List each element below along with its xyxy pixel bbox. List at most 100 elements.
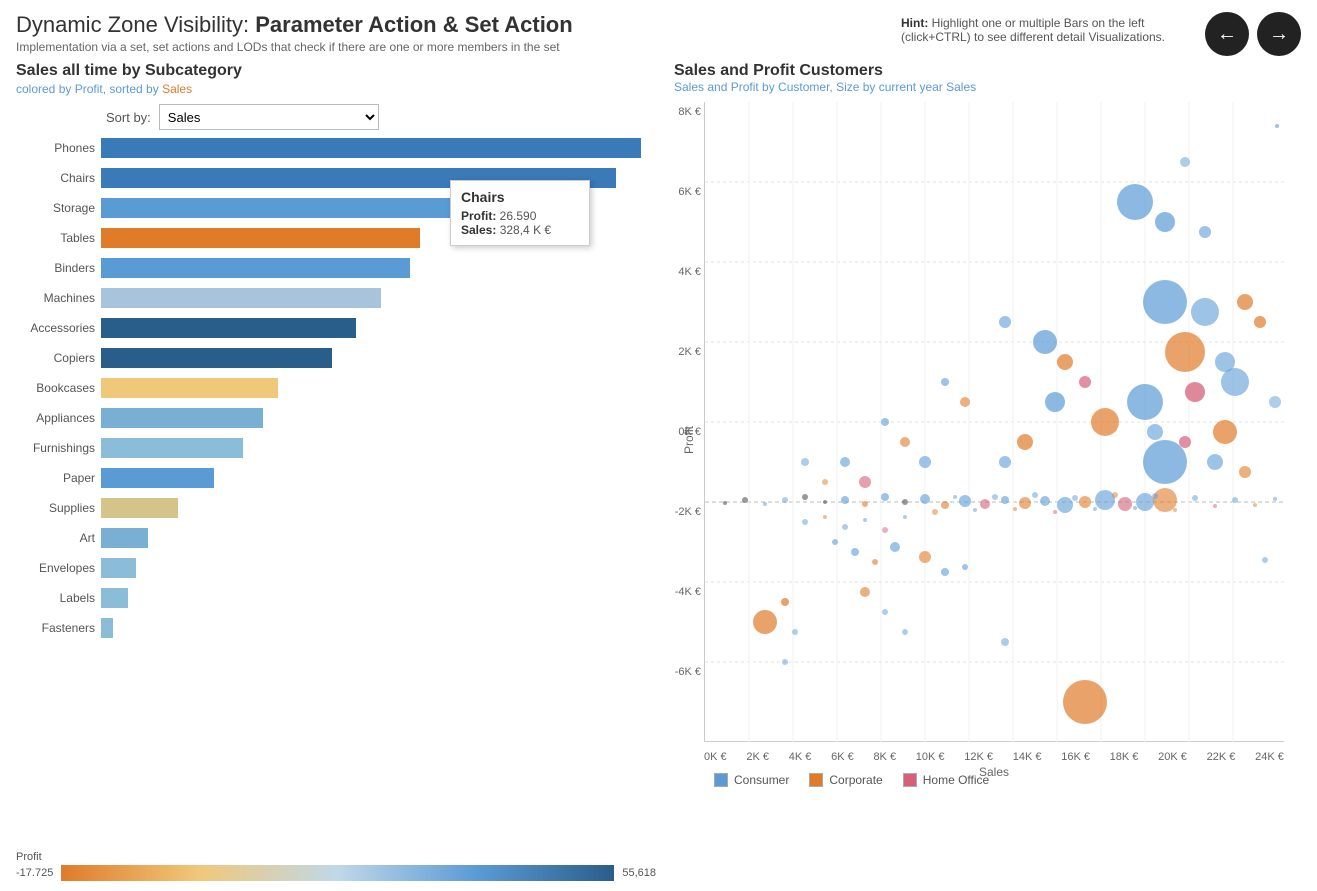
bar-fill [101, 228, 420, 248]
bar-fill [101, 288, 381, 308]
sort-bar: Sort by: Sales Profit Subcategory [106, 104, 666, 130]
bar-container [101, 438, 656, 458]
tooltip-sales: Sales: 328,4 K € [461, 223, 579, 237]
y-axis-label: -6K € [675, 666, 701, 678]
x-axis-label: 12K € [964, 751, 993, 763]
bar-label: Supplies [16, 501, 101, 515]
bar-row[interactable]: Appliances [16, 404, 656, 432]
bar-container [101, 528, 656, 548]
bar-chart-subtitle: colored by Profit, sorted by Sales [16, 82, 666, 96]
nav-back-button[interactable]: ← [1205, 12, 1249, 56]
x-axis-label: 16K € [1061, 751, 1090, 763]
bar-container [101, 408, 656, 428]
bar-fill [101, 258, 410, 278]
left-panel: Sales all time by Subcategory colored by… [16, 62, 666, 873]
bar-label: Art [16, 531, 101, 545]
bar-chart-title: Sales all time by Subcategory [16, 62, 666, 80]
bar-label: Bookcases [16, 381, 101, 395]
y-axis-label: 0K € [678, 426, 701, 438]
y-axis-label: 4K € [678, 266, 701, 278]
legend-item-homeoffice: Home Office [903, 773, 989, 787]
bar-container [101, 498, 656, 518]
bar-label: Fasteners [16, 621, 101, 635]
bar-label: Machines [16, 291, 101, 305]
scatter-plot [704, 102, 1284, 742]
x-axis-label: 8K € [873, 751, 896, 763]
tooltip: Chairs Profit: 26.590 Sales: 328,4 K € [450, 180, 590, 246]
x-axis-label: 10K € [916, 751, 945, 763]
bar-row[interactable]: Envelopes [16, 554, 656, 582]
nav-forward-button[interactable]: → [1257, 12, 1301, 56]
bar-label: Copiers [16, 351, 101, 365]
corporate-label: Corporate [829, 773, 882, 787]
bar-fill [101, 198, 452, 218]
bar-fill [101, 558, 136, 578]
bar-row[interactable]: Fasteners [16, 614, 656, 642]
bar-fill [101, 378, 278, 398]
page-title: Dynamic Zone Visibility: Parameter Actio… [16, 12, 885, 38]
bar-row[interactable]: Art [16, 524, 656, 552]
header-title: Dynamic Zone Visibility: Parameter Actio… [16, 12, 885, 54]
consumer-label: Consumer [734, 773, 789, 787]
bar-row[interactable]: Phones [16, 134, 656, 162]
x-axis-label: 0K € [704, 751, 727, 763]
bar-label: Paper [16, 471, 101, 485]
bar-label: Labels [16, 591, 101, 605]
x-axis-label: 2K € [746, 751, 769, 763]
scatter-subtitle: Sales and Profit by Customer, Size by cu… [674, 80, 1301, 94]
bar-container [101, 468, 656, 488]
bar-fill [101, 438, 243, 458]
x-axis-label: 4K € [789, 751, 812, 763]
tooltip-title: Chairs [461, 189, 579, 205]
profit-bar-label: Profit [16, 851, 656, 863]
bar-label: Chairs [16, 171, 101, 185]
bar-fill [101, 498, 178, 518]
profit-max: 55,618 [622, 867, 656, 879]
sort-select[interactable]: Sales Profit Subcategory [159, 104, 379, 130]
bar-row[interactable]: Copiers [16, 344, 656, 372]
bar-row[interactable]: Paper [16, 464, 656, 492]
bar-label: Envelopes [16, 561, 101, 575]
bar-label: Accessories [16, 321, 101, 335]
hint-text: Hint: Highlight one or multiple Bars on … [885, 12, 1205, 48]
bar-row[interactable]: Accessories [16, 314, 656, 342]
bar-fill [101, 348, 332, 368]
bar-row[interactable]: Furnishings [16, 434, 656, 462]
profit-bar-section: Profit -17.725 55,618 [16, 851, 656, 891]
y-axis-label: 2K € [678, 346, 701, 358]
nav-buttons: ← → [1205, 12, 1301, 56]
y-axis-labels: 8K €6K €4K €2K €0K €-2K €-4K €-6K € [669, 102, 703, 722]
bar-container [101, 138, 656, 158]
x-axis-label: 14K € [1013, 751, 1042, 763]
bar-row[interactable]: Machines [16, 284, 656, 312]
legend-item-consumer: Consumer [714, 773, 789, 787]
bar-row[interactable]: Binders [16, 254, 656, 282]
bar-label: Appliances [16, 411, 101, 425]
bar-fill [101, 468, 214, 488]
legend-item-corporate: Corporate [809, 773, 882, 787]
bar-fill [101, 588, 128, 608]
bar-row[interactable]: Bookcases [16, 374, 656, 402]
x-axis-label: 18K € [1110, 751, 1139, 763]
homeoffice-swatch [903, 773, 917, 787]
x-axis-label: 22K € [1207, 751, 1236, 763]
legend: Consumer Corporate Home Office [714, 773, 1317, 787]
bar-fill [101, 318, 356, 338]
scatter-title: Sales and Profit Customers [674, 62, 1301, 80]
right-panel: Sales and Profit Customers Sales and Pro… [674, 62, 1301, 873]
bar-label: Furnishings [16, 441, 101, 455]
bar-fill [101, 528, 148, 548]
bar-fill [101, 408, 263, 428]
bar-container [101, 348, 656, 368]
bar-container [101, 588, 656, 608]
consumer-swatch [714, 773, 728, 787]
bar-container [101, 618, 656, 638]
y-axis-label: 6K € [678, 186, 701, 198]
header: Dynamic Zone Visibility: Parameter Actio… [0, 0, 1317, 62]
bar-container [101, 318, 656, 338]
bar-row[interactable]: Supplies [16, 494, 656, 522]
bar-container [101, 288, 656, 308]
y-axis-label: -2K € [675, 506, 701, 518]
bar-row[interactable]: Labels [16, 584, 656, 612]
bar-label: Phones [16, 141, 101, 155]
